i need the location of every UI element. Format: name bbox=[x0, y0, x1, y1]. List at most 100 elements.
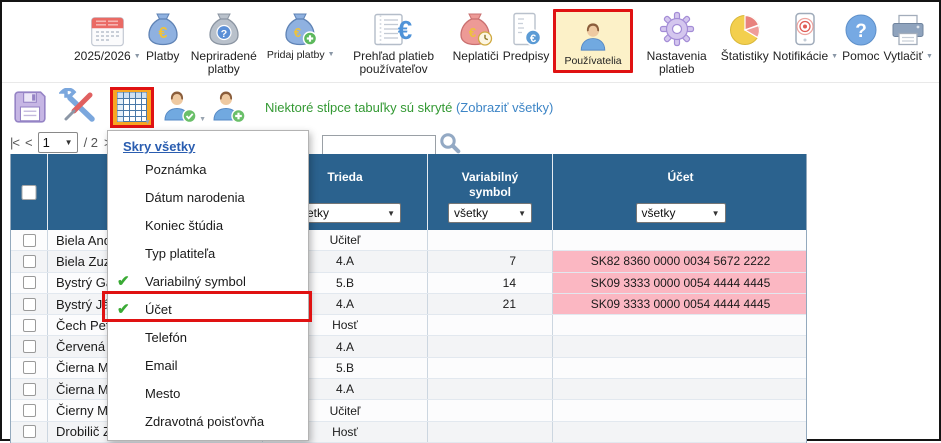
svg-text:?: ? bbox=[855, 21, 867, 42]
row-checkbox[interactable] bbox=[23, 404, 36, 417]
main-toolbar: 2025/2026▼ € Platby ? Nepriradené platby bbox=[2, 2, 939, 83]
menu-item-poznamka[interactable]: Poznámka bbox=[108, 156, 308, 184]
action-toolbar: ▼ ▼ Niektoré stĺpce tabuľky sú skryté (Z… bbox=[2, 84, 939, 130]
tools-icon bbox=[59, 88, 99, 126]
menu-item-email[interactable]: Email bbox=[108, 352, 308, 380]
cell-ucet bbox=[553, 422, 807, 442]
cell-variabilny-symbol bbox=[428, 358, 553, 378]
row-checkbox[interactable] bbox=[23, 340, 36, 353]
page-total: / 2 bbox=[84, 135, 98, 150]
prev-page-button[interactable]: < bbox=[25, 135, 32, 150]
svg-text:€: € bbox=[294, 25, 301, 40]
toolbar-item-label: Nastavenia platieb bbox=[637, 50, 717, 76]
chevron-down-icon: ▼ bbox=[134, 53, 141, 60]
gear-icon bbox=[659, 9, 695, 47]
toolbar-item-predpisy[interactable]: € Predpisy bbox=[503, 9, 550, 63]
toolbar-item-notifikacie[interactable]: Notifikácie▼ bbox=[773, 9, 838, 63]
menu-item-ucet[interactable]: ✔ Účet bbox=[108, 296, 308, 324]
pie-chart-icon bbox=[728, 9, 762, 47]
hidden-columns-notice: Niektoré stĺpce tabuľky sú skryté (Zobra… bbox=[265, 100, 553, 115]
toolbar-item-label: Nepriradené platby bbox=[185, 50, 263, 76]
toolbar-item-label: Neplatiči bbox=[453, 50, 499, 63]
help-icon: ? bbox=[844, 9, 878, 47]
cell-variabilny-symbol bbox=[428, 315, 553, 335]
menu-item-label: Účet bbox=[145, 302, 172, 317]
toolbar-item-label: Notifikácie▼ bbox=[773, 50, 838, 63]
svg-text:€: € bbox=[158, 25, 167, 42]
column-title: Variabilný symbol bbox=[428, 170, 552, 200]
menu-item-typ-platitela[interactable]: Typ platiteľa bbox=[108, 240, 308, 268]
moneybag-add-icon: € bbox=[282, 9, 319, 47]
toolbar-item-statistiky[interactable]: Štatistiky bbox=[721, 9, 769, 63]
cell-variabilny-symbol bbox=[428, 379, 553, 399]
printer-icon bbox=[890, 9, 926, 47]
row-checkbox[interactable] bbox=[23, 255, 36, 268]
moneybag-overdue-icon: € bbox=[457, 9, 494, 47]
toolbar-item-platby[interactable]: € Platby bbox=[145, 9, 181, 63]
first-page-button[interactable]: |< bbox=[10, 135, 19, 150]
confirm-users-button[interactable]: ▼ bbox=[161, 89, 199, 125]
column-visibility-menu: Skry všetky Poznámka Dátum narodenia Kon… bbox=[107, 130, 309, 441]
variabilny-symbol-filter-select[interactable]: všetky ▼ bbox=[448, 203, 532, 223]
cell-ucet: SK09 3333 0000 0054 4444 4445 bbox=[553, 294, 807, 314]
user-check-icon bbox=[161, 89, 199, 125]
toolbar-item-pouzivatelia[interactable]: Používatelia bbox=[553, 9, 632, 73]
toolbar-item-nastavenia-platieb[interactable]: Nastavenia platieb bbox=[637, 9, 717, 76]
toolbar-item-nepriradene-platby[interactable]: ? Nepriradené platby bbox=[185, 9, 263, 76]
svg-text:€: € bbox=[469, 25, 476, 40]
row-checkbox[interactable] bbox=[23, 276, 36, 289]
row-checkbox[interactable] bbox=[23, 383, 36, 396]
menu-item-zdravotna-poistovna[interactable]: Zdravotná poisťovňa bbox=[108, 408, 308, 436]
add-user-button[interactable] bbox=[210, 89, 248, 125]
row-checkbox[interactable] bbox=[23, 361, 36, 374]
toolbar-item-label: Pomoc bbox=[842, 50, 879, 63]
toolbar-item-school-year[interactable]: 2025/2026▼ bbox=[74, 9, 141, 63]
menu-item-mesto[interactable]: Mesto bbox=[108, 380, 308, 408]
cell-ucet bbox=[553, 315, 807, 335]
table-columns-icon bbox=[117, 92, 147, 122]
column-title: Účet bbox=[553, 170, 807, 185]
svg-text:€: € bbox=[530, 33, 536, 45]
toolbar-item-label: Prehľad platieb používateľov bbox=[339, 50, 449, 76]
cell-variabilny-symbol: 7 bbox=[428, 251, 553, 271]
app-window: { "colors": { "header_blue": "#2b628e", … bbox=[0, 0, 941, 441]
cell-variabilny-symbol: 14 bbox=[428, 273, 553, 293]
select-all-checkbox[interactable] bbox=[22, 185, 37, 200]
toolbar-item-prehlad-platieb[interactable]: € Prehľad platieb používateľov bbox=[339, 9, 449, 76]
save-button[interactable] bbox=[12, 89, 48, 125]
hide-all-columns-link[interactable]: Skry všetky bbox=[123, 139, 195, 154]
document-euro-icon: € bbox=[509, 9, 543, 47]
cell-variabilny-symbol: 21 bbox=[428, 294, 553, 314]
menu-item-datum-narodenia[interactable]: Dátum narodenia bbox=[108, 184, 308, 212]
row-checkbox[interactable] bbox=[23, 234, 36, 247]
row-checkbox[interactable] bbox=[23, 298, 36, 311]
header-checkbox-cell bbox=[11, 154, 48, 230]
page-select[interactable]: 1 ▼ bbox=[38, 132, 78, 153]
toolbar-item-pridaj-platby[interactable]: € Pridaj platby▼ bbox=[267, 9, 335, 62]
svg-text:?: ? bbox=[221, 28, 227, 40]
show-all-columns-link[interactable]: (Zobraziť všetky) bbox=[456, 100, 553, 115]
filter-value: všetky bbox=[454, 206, 488, 220]
moneybag-question-icon: ? bbox=[206, 9, 242, 47]
row-checkbox[interactable] bbox=[23, 425, 36, 438]
menu-item-koniec-studia[interactable]: Koniec štúdia bbox=[108, 212, 308, 240]
row-checkbox[interactable] bbox=[23, 319, 36, 332]
toolbar-item-label: Vytlačiť▼ bbox=[884, 50, 933, 63]
chevron-down-icon: ▼ bbox=[712, 209, 720, 218]
menu-item-telefon[interactable]: Telefón bbox=[108, 324, 308, 352]
chevron-down-icon: ▼ bbox=[328, 51, 335, 58]
column-chooser-button[interactable]: ▼ bbox=[110, 87, 154, 128]
menu-item-variabilny-symbol[interactable]: ✔ Variabilný symbol bbox=[108, 268, 308, 296]
ucet-filter-select[interactable]: všetky ▼ bbox=[636, 203, 726, 223]
chevron-down-icon: ▼ bbox=[199, 116, 206, 123]
page-select-value: 1 bbox=[43, 135, 50, 150]
tools-button[interactable] bbox=[59, 88, 99, 126]
ledger-euro-icon: € bbox=[374, 9, 414, 47]
chevron-down-icon: ▼ bbox=[831, 53, 838, 60]
toolbar-item-label: Štatistiky bbox=[721, 50, 769, 63]
chevron-down-icon: ▼ bbox=[144, 119, 151, 126]
chevron-down-icon: ▼ bbox=[926, 53, 933, 60]
toolbar-item-vytlacit[interactable]: Vytlačiť▼ bbox=[884, 9, 933, 63]
toolbar-item-neplatici[interactable]: € Neplatiči bbox=[453, 9, 499, 63]
toolbar-item-pomoc[interactable]: ? Pomoc bbox=[842, 9, 879, 63]
